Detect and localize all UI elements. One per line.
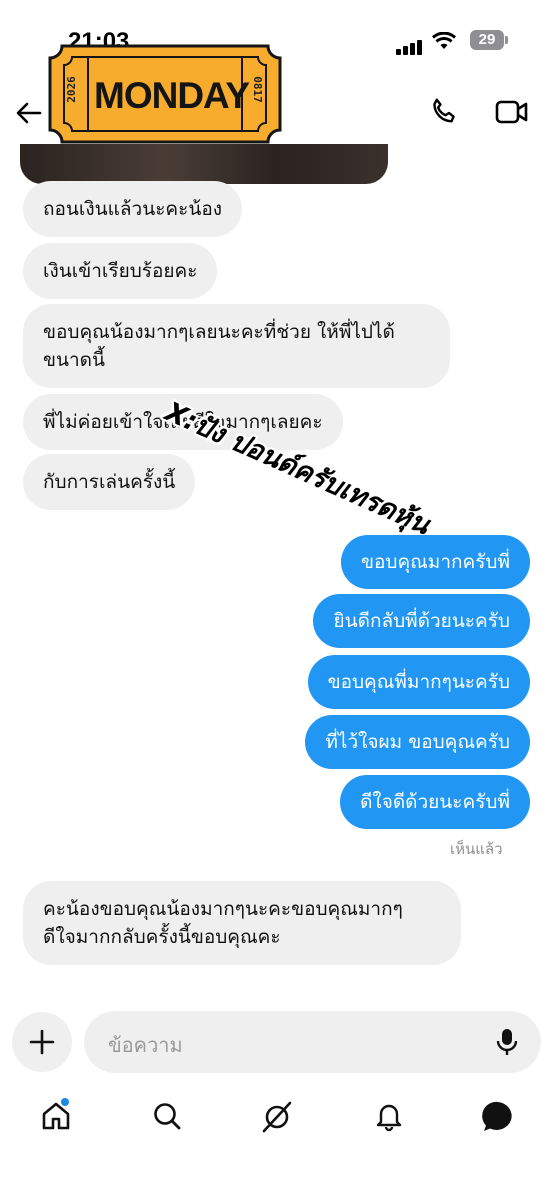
- sent-message[interactable]: ที่ไว้ใจผม ขอบคุณครับ: [305, 715, 530, 769]
- message-text: ที่ไว้ใจผม ขอบคุณครับ: [325, 731, 510, 753]
- message-text: ขอบคุณพี่มากๆนะครับ: [327, 671, 510, 693]
- received-message[interactable]: เงินเข้าเรียบร้อยคะ: [23, 243, 218, 299]
- message-composer: ข้อความ: [0, 1010, 553, 1074]
- notification-dot: [61, 1098, 69, 1106]
- battery-indicator: 29: [470, 30, 508, 50]
- home-icon[interactable]: [40, 1100, 72, 1136]
- sent-message[interactable]: ยินดีกลับพี่ด้วยนะครับ: [313, 594, 530, 648]
- received-message[interactable]: คะน้องขอบคุณน้องมากๆนะคะขอบคุณมากๆ ดีใจม…: [23, 881, 461, 965]
- messages-icon[interactable]: [481, 1100, 515, 1138]
- video-call-icon[interactable]: [495, 98, 529, 130]
- sent-message[interactable]: ดีใจดีด้วยนะครับพี่: [340, 775, 530, 829]
- cellular-signal-icon: [396, 36, 424, 55]
- shared-image[interactable]: [20, 144, 388, 184]
- message-text: ยินดีกลับพี่ด้วยนะครับ: [333, 610, 510, 632]
- message-text: เงินเข้าเรียบร้อยคะ: [43, 260, 198, 282]
- message-input[interactable]: ข้อความ: [84, 1011, 541, 1073]
- explore-icon[interactable]: [260, 1100, 294, 1138]
- sent-message[interactable]: ขอบคุณมากครับพี่: [341, 535, 530, 589]
- message-text: ขอบคุณมากครับพี่: [361, 551, 510, 573]
- ticket-code-right: 0817: [250, 76, 264, 103]
- monday-ticket-sticker: 2026 MONDAY 0817: [48, 43, 282, 145]
- add-attachment-button[interactable]: [12, 1012, 72, 1072]
- message-text: ขนาดนี้: [43, 349, 105, 371]
- microphone-icon[interactable]: [495, 1027, 519, 1061]
- received-message[interactable]: กับการเล่นครั้งนี้: [23, 454, 196, 510]
- back-arrow-icon[interactable]: [14, 98, 44, 132]
- message-text: ขอบคุณน้องมากๆเลยนะคะที่ช่วย ให้พี่ไปได้: [43, 321, 395, 343]
- message-text: กับการเล่นครั้งนี้: [43, 471, 176, 493]
- message-input-placeholder: ข้อความ: [108, 1033, 183, 1057]
- plus-icon: [29, 1029, 55, 1055]
- ticket-code-left: 2026: [64, 76, 78, 103]
- message-text: ถอนเงินแล้วนะคะน้อง: [43, 198, 223, 220]
- notifications-bell-icon[interactable]: [373, 1100, 405, 1136]
- search-icon[interactable]: [151, 1100, 183, 1136]
- received-message[interactable]: ขอบคุณน้องมากๆเลยนะคะที่ช่วย ให้พี่ไปได้…: [23, 304, 450, 388]
- wifi-icon: [431, 31, 457, 54]
- message-text: ดีใจดีด้วยนะครับพี่: [360, 791, 510, 813]
- seen-indicator: เห็นแล้ว: [450, 840, 503, 858]
- sent-message[interactable]: ขอบคุณพี่มากๆนะครับ: [307, 655, 530, 709]
- message-text: ดีใจมากกลับครั้งนี้ขอบคุณคะ: [43, 926, 281, 948]
- ticket-word: MONDAY: [94, 75, 250, 116]
- message-text: คะน้องขอบคุณน้องมากๆนะคะขอบคุณมากๆ: [43, 898, 403, 920]
- bottom-tab-bar: [0, 1090, 553, 1150]
- phone-call-icon[interactable]: [428, 96, 460, 132]
- received-message[interactable]: ถอนเงินแล้วนะคะน้อง: [23, 181, 243, 237]
